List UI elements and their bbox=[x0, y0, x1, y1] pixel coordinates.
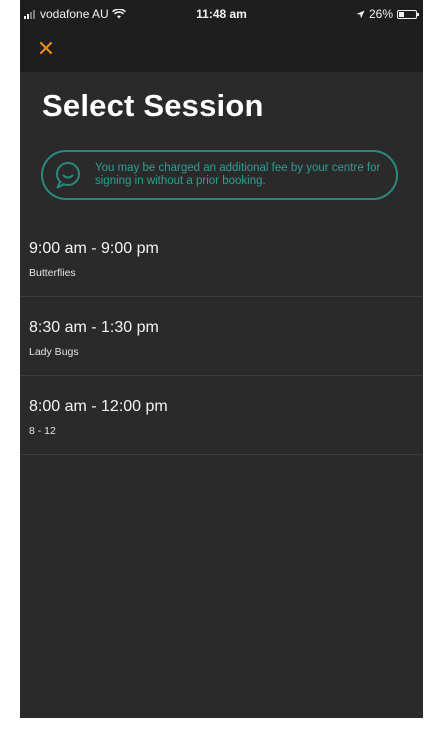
page-title: Select Session bbox=[42, 88, 264, 123]
session-name: 8 - 12 bbox=[29, 425, 56, 437]
session-item-8-12[interactable]: 8:00 am - 12:00 pm 8 - 12 bbox=[20, 376, 423, 455]
booking-fee-notice: You may be charged an additional fee by … bbox=[41, 150, 398, 200]
session-item-butterflies[interactable]: 9:00 am - 9:00 pm Butterflies bbox=[20, 218, 423, 297]
chat-bubble-icon bbox=[56, 162, 80, 189]
session-time: 8:30 am - 1:30 pm bbox=[29, 319, 159, 336]
phone-screen: vodafone AU 11:48 am 26% Select Session bbox=[20, 0, 423, 718]
session-list: 9:00 am - 9:00 pm Butterflies 8:30 am - … bbox=[20, 218, 423, 455]
status-right-group: 26% bbox=[356, 7, 419, 21]
session-time: 8:00 am - 12:00 pm bbox=[29, 398, 168, 415]
nav-bar bbox=[20, 28, 423, 72]
session-item-lady-bugs[interactable]: 8:30 am - 1:30 pm Lady Bugs bbox=[20, 297, 423, 376]
battery-icon bbox=[397, 9, 419, 19]
battery-percent: 26% bbox=[368, 7, 393, 21]
close-button[interactable] bbox=[34, 36, 58, 60]
session-name: Butterflies bbox=[29, 267, 76, 279]
session-name: Lady Bugs bbox=[29, 346, 79, 358]
status-bar: vodafone AU 11:48 am 26% bbox=[20, 0, 423, 28]
notice-text: You may be charged an additional fee by … bbox=[95, 162, 381, 187]
location-arrow-icon bbox=[356, 9, 365, 19]
session-time: 9:00 am - 9:00 pm bbox=[29, 240, 159, 257]
close-icon bbox=[39, 41, 53, 55]
